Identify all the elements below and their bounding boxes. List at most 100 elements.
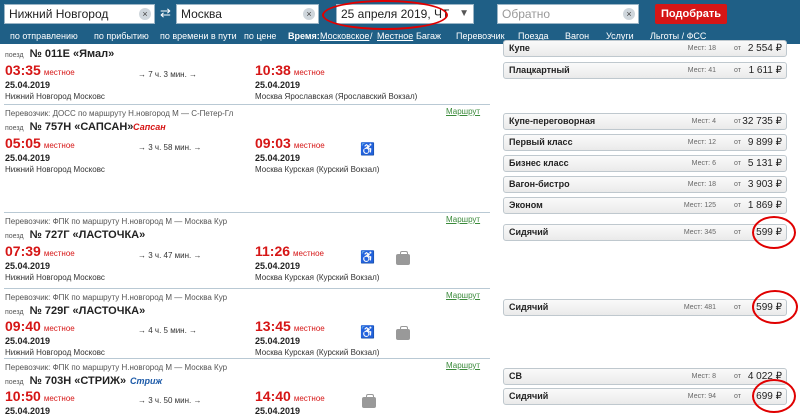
route-link[interactable]: Маршрут [446,215,480,224]
car-class-option[interactable]: Сидячий Мест: 481 от 599 ₽ [503,299,787,316]
time-moscow-option[interactable]: Московское [320,28,369,44]
seats-count: 345 [704,229,716,236]
return-date-field[interactable]: Обратно × [497,4,639,24]
price-from-label: от [734,373,741,380]
car-seats: Мест: 18 [688,181,716,188]
duration-value: 3 ч. 47 мин. [148,251,192,260]
sort-by-travel-time[interactable]: по времени в пути [160,28,237,44]
train-prefix: поезд [5,379,24,386]
car-class-option[interactable]: Эконом Мест: 125 от 1 869 ₽ [503,197,787,214]
seats-count: 94 [708,393,716,400]
sort-by-price[interactable]: по цене [244,28,276,44]
car-class-option[interactable]: Плацкартный Мест: 41 от 1 611 ₽ [503,62,787,79]
price-from-label: от [734,393,741,400]
arrival-local-label: местное [293,249,324,258]
arrow-icon: → [138,396,146,405]
seats-count: 18 [708,45,716,52]
car-price: 2 554 ₽ [747,43,782,54]
arrival-date: 25.04.2019 [255,80,301,90]
car-class-option[interactable]: Сидячий Мест: 345 от 599 ₽ [503,224,787,241]
swap-icon[interactable]: ⇄ [160,5,171,21]
route-link[interactable]: Маршрут [446,291,480,300]
car-class-option[interactable]: Купе-переговорная Мест: 4 от 32 735 ₽ [503,113,787,130]
time-local-option[interactable]: Местное [377,28,413,44]
arrival-time: 13:45 местное [255,318,325,334]
train-number: поезд № 703Н «СТРИЖ» [5,375,126,387]
to-field[interactable]: Москва × [176,4,319,24]
from-field[interactable]: Нижний Новгород × [4,4,155,24]
train-prefix: поезд [5,309,24,316]
clear-return-icon[interactable]: × [623,8,635,20]
filter-carrier[interactable]: Перевозчик [456,28,505,44]
row-divider [4,358,490,359]
arrival-time: 14:40 местное [255,388,325,404]
train-prefix: поезд [5,52,24,59]
price-highlight-annotation [752,379,796,413]
price-from-label: от [734,139,741,146]
departure-station: Нижний Новгород Московс [5,348,105,357]
arrival-station: Москва Курская (Курский Вокзал) [255,348,380,357]
route-link[interactable]: Маршрут [446,361,480,370]
arrival-local-label: местное [293,141,325,150]
departure-time: 05:05 местное [5,135,75,151]
train-number-text: № 727Г «ЛАСТОЧКА» [29,229,146,241]
travel-duration: → 7 ч. 3 мин. → [138,70,197,79]
departure-local-label: местное [43,394,75,403]
clear-from-icon[interactable]: × [139,8,151,20]
arrival-date: 25.04.2019 [255,261,301,271]
departure-time-value: 05:05 [5,135,41,151]
car-seats: Мест: 41 [688,67,716,74]
car-class-option[interactable]: Первый класс Мест: 12 от 9 899 ₽ [503,134,787,151]
seats-count: 8 [712,373,716,380]
duration-value: 3 ч. 58 мин. [148,143,192,152]
clear-to-icon[interactable]: × [303,8,315,20]
departure-time: 03:35 местное [5,62,75,78]
arrival-time: 09:03 местное [255,135,325,151]
row-divider [4,104,490,105]
seats-label: Мест: [687,67,707,74]
car-class-option[interactable]: Бизнес класс Мест: 6 от 5 131 ₽ [503,155,787,172]
search-header: Нижний Новгород × ⇄ Москва × 25 апреля 2… [0,0,800,44]
train-row: поезд № 011Е «Ямал» 03:35 местное 25.04.20… [0,40,800,104]
sort-by-departure[interactable]: по отправлению [10,28,78,44]
search-button[interactable]: Подобрать [655,4,727,24]
train-number: поезд № 729Г «ЛАСТОЧКА» [5,305,145,317]
carrier-info: Перевозчик: ФПК по маршруту Н.новгород М… [5,293,228,302]
sapsan-logo: Сапсан [133,122,166,132]
car-class-option[interactable]: СВ Мест: 8 от 4 022 ₽ [503,368,787,385]
departure-station: Нижний Новгород Московс [5,165,105,174]
car-class-option[interactable]: Сидячий Мест: 94 от 699 ₽ [503,388,787,405]
arrow-icon: → [193,251,202,260]
car-seats: Мест: 18 [688,45,716,52]
arrow-icon: → [193,143,202,152]
departure-local-label: местное [43,249,75,258]
car-class-option[interactable]: Вагон-бистро Мест: 18 от 3 903 ₽ [503,176,787,193]
departure-time-value: 07:39 [5,243,41,259]
seats-count: 125 [704,202,716,209]
departure-date: 25.04.2019 [5,261,51,271]
price-from-label: от [734,67,741,74]
price-from-label: от [734,304,741,311]
arrival-time-value: 14:40 [255,388,291,404]
departure-date: 25.04.2019 [5,153,51,163]
strizh-logo: Стриж [130,376,163,386]
baggage-icon [362,394,376,408]
chevron-down-icon[interactable]: ▼ [459,5,469,23]
travel-duration: → 4 ч. 5 мин. → [138,326,197,335]
filter-baggage[interactable]: Багаж [416,28,441,44]
sort-by-arrival[interactable]: по прибытию [94,28,149,44]
car-class-option[interactable]: Купе Мест: 18 от 2 554 ₽ [503,40,787,57]
seats-count: 4 [712,118,716,125]
price-from-label: от [734,181,741,188]
wheelchair-icon: ♿ [360,250,375,264]
train-number: поезд № 757Н «САПСАН» [5,121,133,133]
price-highlight-annotation [752,290,798,324]
route-link[interactable]: Маршрут [446,107,480,116]
car-class-name: Первый класс [509,137,573,147]
seats-count: 41 [708,67,716,74]
car-class-name: СВ [509,371,522,381]
duration-value: 4 ч. 5 мин. [148,326,187,335]
arrow-icon: → [189,326,198,335]
seats-label: Мест: [683,229,703,236]
car-class-name: Сидячий [509,227,549,237]
